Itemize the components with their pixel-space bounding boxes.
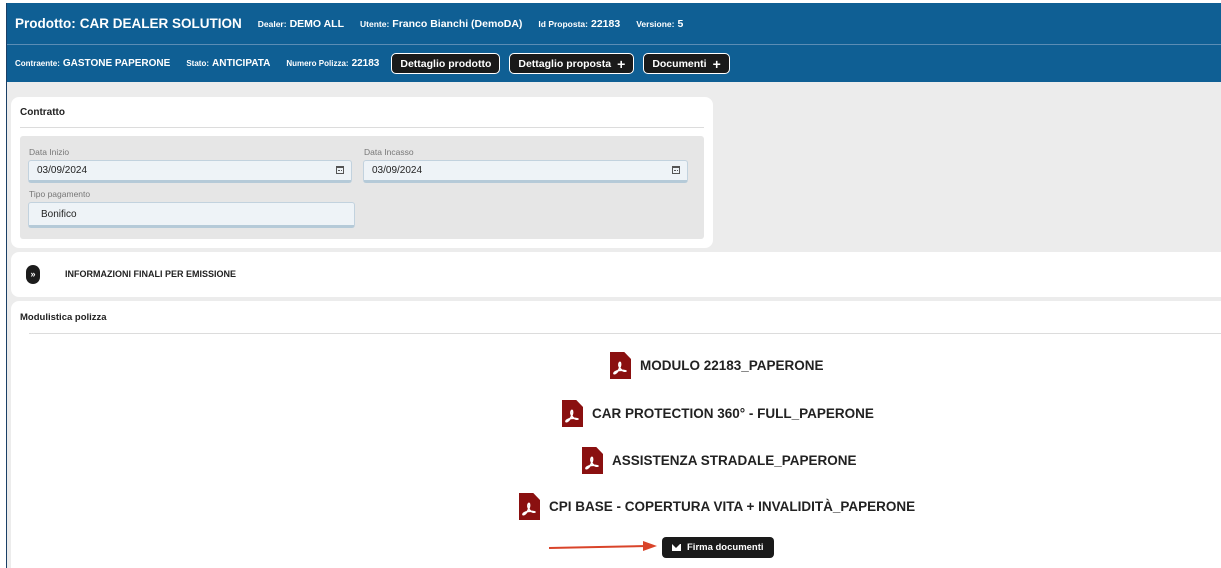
collection-date-label: Data Incasso <box>364 147 414 157</box>
state-label: Stato: <box>186 59 209 68</box>
contract-fields-panel: Data Inizio 03/09/2024 Data Incasso 03/0… <box>20 136 704 239</box>
document-link[interactable]: ASSISTENZA STRADALE_PAPERONE <box>582 447 857 474</box>
version-label: Versione: <box>636 18 675 29</box>
divider <box>29 333 1221 334</box>
contractor-value: GASTONE PAPERONE <box>62 58 171 69</box>
start-date-label: Data Inizio <box>29 147 70 157</box>
document-name: ASSISTENZA STRADALE_PAPERONE <box>612 453 857 468</box>
calendar-icon[interactable] <box>672 166 680 174</box>
pdf-icon <box>610 352 631 379</box>
dealer-value: DEMO ALL <box>289 17 345 30</box>
pdf-icon <box>582 447 603 474</box>
product-value: CAR DEALER SOLUTION <box>79 16 242 31</box>
document-name: CPI BASE - COPERTURA VITA + INVALIDITÀ_P… <box>549 499 916 514</box>
proposal-detail-label: Dettaglio proposta <box>518 57 612 70</box>
pdf-icon <box>519 493 540 520</box>
arrow-annotation <box>548 541 657 551</box>
top-header: Prodotto: CAR DEALER SOLUTION Dealer: DE… <box>7 3 1221 44</box>
forms-card: Modulistica polizza MODULO 22183_PAPERON… <box>11 301 1221 568</box>
dealer-label: Dealer: <box>257 18 287 29</box>
version-value: 5 <box>677 17 684 30</box>
product-detail-button[interactable]: Dettaglio prodotto <box>391 53 501 74</box>
collection-date-input[interactable]: 03/09/2024 <box>363 160 688 183</box>
app-frame: Prodotto: CAR DEALER SOLUTION Dealer: DE… <box>6 3 1221 568</box>
plus-icon: + <box>617 55 626 72</box>
document-link[interactable]: CPI BASE - COPERTURA VITA + INVALIDITÀ_P… <box>519 493 915 520</box>
plus-icon: + <box>712 55 721 72</box>
user-value: Franco Bianchi (DemoDA) <box>392 17 523 30</box>
collection-date-value: 03/09/2024 <box>372 165 423 176</box>
document-name: CAR PROTECTION 360° - FULL_PAPERONE <box>592 406 874 421</box>
contractor-label: Contraente: <box>15 59 60 68</box>
documents-button[interactable]: Documenti + <box>643 53 730 74</box>
forms-title: Modulistica polizza <box>20 312 107 323</box>
documents-label: Documenti <box>652 57 707 70</box>
start-date-input[interactable]: 03/09/2024 <box>28 160 352 183</box>
envelope-icon <box>672 544 681 551</box>
policy-number-label: Numero Polizza: <box>286 59 349 68</box>
sub-header: Contraente: GASTONE PAPERONE Stato: ANTI… <box>7 44 1221 82</box>
contract-card: Contratto Data Inizio 03/09/2024 Data In… <box>11 97 713 248</box>
final-info-section[interactable]: » INFORMAZIONI FINALI PER EMISSIONE <box>11 252 1221 297</box>
final-info-title: INFORMAZIONI FINALI PER EMISSIONE <box>65 269 237 279</box>
sign-documents-button[interactable]: Firma documenti <box>662 537 774 558</box>
divider <box>20 127 704 128</box>
calendar-icon[interactable] <box>336 166 344 174</box>
product-detail-label: Dettaglio prodotto <box>400 57 492 70</box>
start-date-value: 03/09/2024 <box>37 165 88 176</box>
contract-title: Contratto <box>20 107 65 118</box>
payment-type-input[interactable]: Bonifico <box>28 202 355 228</box>
payment-type-value: Bonifico <box>41 208 77 220</box>
document-link[interactable]: CAR PROTECTION 360° - FULL_PAPERONE <box>562 400 874 427</box>
chevron-down-icon[interactable]: » <box>26 265 40 284</box>
document-link[interactable]: MODULO 22183_PAPERONE <box>610 352 824 379</box>
product-label: Prodotto: <box>15 16 76 31</box>
user-label: Utente: <box>360 18 390 29</box>
state-value: ANTICIPATA <box>212 58 271 69</box>
policy-number-value: 22183 <box>351 58 380 69</box>
payment-type-label: Tipo pagamento <box>29 189 91 199</box>
proposal-detail-button[interactable]: Dettaglio proposta + <box>509 53 635 74</box>
document-name: MODULO 22183_PAPERONE <box>640 358 824 373</box>
proposal-id-label: Id Proposta: <box>538 18 588 29</box>
sign-documents-label: Firma documenti <box>687 542 764 553</box>
proposal-id-value: 22183 <box>591 17 621 30</box>
pdf-icon <box>562 400 583 427</box>
